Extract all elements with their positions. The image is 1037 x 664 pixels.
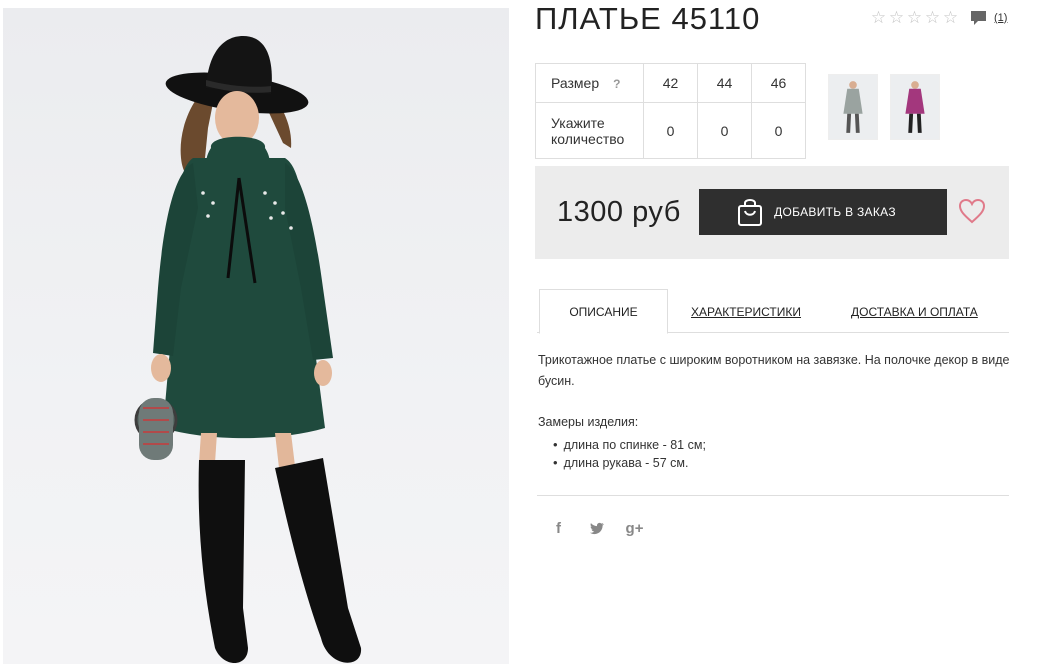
facebook-icon[interactable]: f <box>550 520 567 537</box>
rating-stars[interactable]: ☆ ☆ ☆ ☆ ☆ <box>870 9 959 26</box>
model-illustration <box>134 36 362 663</box>
star-icon[interactable]: ☆ <box>924 9 941 26</box>
measures-list: длина по спинке - 81 см; длина рукава - … <box>553 436 706 472</box>
tab-delivery-payment-label: ДОСТАВКА И ОПЛАТА <box>851 304 978 319</box>
product-price: 1300 руб <box>557 196 681 228</box>
quantity-input-44[interactable]: 0 <box>697 102 752 159</box>
star-icon[interactable]: ☆ <box>942 9 959 26</box>
size-44: 44 <box>697 63 752 103</box>
product-rating: ☆ ☆ ☆ ☆ ☆ (1) <box>870 9 1008 26</box>
social-share: f g+ <box>550 520 643 537</box>
star-icon[interactable]: ☆ <box>870 9 887 26</box>
quantity-input-46[interactable]: 0 <box>751 102 806 159</box>
twitter-icon[interactable] <box>588 520 605 537</box>
size-46: 46 <box>751 63 806 103</box>
thumbnail-magenta-dress[interactable] <box>890 74 940 140</box>
product-main-photo[interactable] <box>3 8 509 664</box>
reviews-count-link[interactable]: (1) <box>994 12 1007 24</box>
tab-description-label: ОПИСАНИЕ <box>569 304 638 319</box>
quantity-input-42[interactable]: 0 <box>643 102 698 159</box>
shopping-bag-icon <box>738 199 763 226</box>
product-tabs: ОПИСАНИЕ ХАРАКТЕРИСТИКИ ДОСТАВКА И ОПЛАТ… <box>537 289 1009 334</box>
tab-delivery-payment[interactable]: ДОСТАВКА И ОПЛАТА <box>851 289 978 334</box>
list-item: длина по спинке - 81 см; <box>553 436 706 454</box>
add-to-order-button[interactable]: ДОБАВИТЬ В ЗАКАЗ <box>699 189 947 235</box>
tab-description[interactable]: ОПИСАНИЕ <box>539 289 668 334</box>
size-help-icon[interactable]: ? <box>613 77 620 91</box>
heart-icon[interactable] <box>958 198 986 224</box>
quantity-label-cell: Укажите количество <box>535 102 644 159</box>
google-plus-icon[interactable]: g+ <box>626 520 644 537</box>
size-42: 42 <box>643 63 698 103</box>
comment-icon[interactable] <box>970 10 987 26</box>
add-to-order-label: ДОБАВИТЬ В ЗАКАЗ <box>774 205 896 219</box>
measures-title: Замеры изделия: <box>538 415 639 429</box>
star-icon[interactable]: ☆ <box>888 9 905 26</box>
size-label-cell: Размер? <box>535 63 644 103</box>
divider <box>537 495 1009 496</box>
quantity-label-line2: количество <box>551 130 625 147</box>
tab-characteristics[interactable]: ХАРАКТЕРИСТИКИ <box>691 289 801 334</box>
thumbnail-grey-dress[interactable] <box>828 74 878 140</box>
twitter-bird-shape <box>589 522 604 535</box>
size-label: Размер <box>551 75 600 91</box>
product-title: ПЛАТЬЕ 45110 <box>535 1 761 36</box>
tab-characteristics-label: ХАРАКТЕРИСТИКИ <box>691 304 802 319</box>
size-quantity-table: Размер? 42 44 46 Укажите количество 0 0 … <box>535 63 806 159</box>
quantity-label-line1: Укажите <box>551 114 605 131</box>
product-description: Трикотажное платье с широким воротником … <box>538 353 1010 388</box>
order-panel: 1300 руб ДОБАВИТЬ В ЗАКАЗ <box>535 166 1009 259</box>
star-icon[interactable]: ☆ <box>906 9 923 26</box>
list-item: длина рукава - 57 см. <box>553 454 706 472</box>
